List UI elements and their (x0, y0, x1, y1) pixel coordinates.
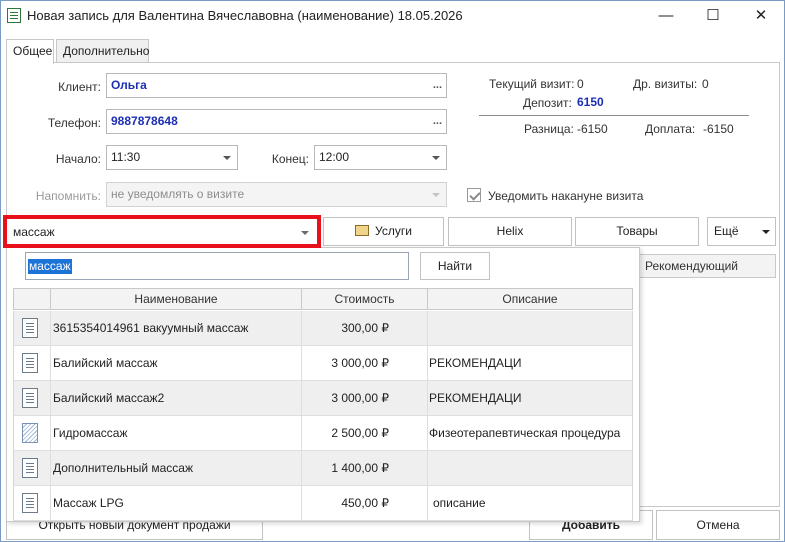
close-button[interactable]: ✕ (739, 1, 783, 31)
icon-column-header (14, 289, 51, 310)
document-icon (22, 388, 38, 408)
app-icon (7, 8, 21, 23)
table-row[interactable]: 3615354014961 вакуумный массаж 300,00 ₽ (13, 311, 633, 346)
end-label: Конец: (271, 152, 309, 166)
more-button[interactable]: Ещё (707, 217, 776, 246)
service-price: 3 000,00 ₽ (302, 346, 428, 380)
goods-button[interactable]: Товары (575, 217, 699, 246)
table-row[interactable]: Дополнительный массаж 1 400,00 ₽ (13, 451, 633, 486)
service-description (428, 311, 632, 345)
remind-label: Напомнить: (35, 189, 101, 203)
service-search-combo[interactable]: массаж (3, 215, 321, 248)
maximize-button[interactable]: ☐ (691, 1, 735, 31)
deposit-value: 6150 (577, 95, 604, 109)
end-time-select[interactable]: 12:00 (314, 145, 447, 170)
chevron-down-icon[interactable] (301, 231, 309, 235)
find-button[interactable]: Найти (420, 252, 490, 280)
service-price: 3 000,00 ₽ (302, 381, 428, 415)
service-description: Физеотерапевтическая процедура (429, 426, 621, 440)
document-icon (22, 493, 38, 513)
other-visits-value: 0 (702, 77, 709, 91)
service-name: 3615354014961 вакуумный массаж (51, 311, 302, 345)
diff-value: -6150 (577, 122, 608, 136)
popup-search-value: массаж (28, 259, 72, 274)
popup-search-input[interactable]: массаж (25, 252, 409, 280)
deposit-label: Депозит: (523, 96, 572, 110)
more-label: Ещё (714, 224, 739, 238)
table-row[interactable]: Балийский массаж 3 000,00 ₽ РЕКОМЕНДАЦИ (13, 346, 633, 381)
document-icon (22, 318, 38, 338)
service-price: 450,00 ₽ (302, 486, 428, 520)
column-header-description[interactable]: Описание (428, 289, 632, 310)
service-description (428, 451, 632, 485)
stats-divider (479, 115, 749, 116)
service-price: 2 500,00 ₽ (302, 416, 428, 450)
document-icon (22, 353, 38, 373)
service-price: 1 400,00 ₽ (302, 451, 428, 485)
service-name: Гидромассаж (51, 416, 302, 450)
end-time-value: 12:00 (319, 150, 350, 164)
client-ellipsis-button[interactable]: ... (433, 74, 442, 97)
table-row[interactable]: Гидромассаж 2 500,00 ₽ Физеотерапевтичес… (13, 416, 633, 451)
current-visit-value: 0 (577, 77, 584, 91)
service-description: описание (433, 496, 486, 510)
start-time-select[interactable]: 11:30 (106, 145, 238, 170)
remind-value: не уведомлять о визите (111, 187, 245, 201)
chevron-down-icon (223, 156, 231, 160)
document-icon (22, 458, 38, 478)
client-value: Ольга (111, 78, 147, 92)
diff-label: Разница: (524, 122, 574, 136)
phone-label: Телефон: (47, 116, 101, 130)
service-description: РЕКОМЕНДАЦИ (429, 356, 522, 370)
service-description: РЕКОМЕНДАЦИ (429, 391, 522, 405)
tab-additional[interactable]: Дополнительно (56, 39, 149, 63)
surcharge-label: Доплата: (645, 122, 696, 136)
cancel-button[interactable]: Отмена (656, 510, 780, 540)
window-title: Новая запись для Валентина Вячеславовна … (27, 8, 463, 23)
chevron-down-icon (432, 156, 440, 160)
other-visits-label: Др. визиты: (633, 77, 698, 91)
table-row[interactable]: Массаж LPG 450,00 ₽ описание (13, 486, 633, 521)
services-button[interactable]: Услуги (323, 217, 444, 246)
grid-header: Наименование Стоимость Описание (13, 288, 633, 310)
surcharge-value: -6150 (703, 122, 734, 136)
helix-button[interactable]: Helix (448, 217, 572, 246)
tab-general[interactable]: Общее (6, 39, 54, 64)
notify-checkbox[interactable] (467, 188, 481, 202)
remind-select: не уведомлять о визите (106, 182, 447, 207)
service-name: Дополнительный массаж (51, 451, 302, 485)
column-header-name[interactable]: Наименование (51, 289, 302, 310)
client-field[interactable]: Ольга ... (106, 73, 447, 98)
services-icon (355, 225, 370, 236)
title-bar: Новая запись для Валентина Вячеславовна … (1, 1, 784, 31)
service-search-popup: массаж Найти Наименование Стоимость Опис… (6, 247, 640, 522)
start-label: Начало: (55, 152, 101, 166)
start-time-value: 11:30 (111, 150, 141, 164)
phone-field[interactable]: 9887878648 ... (106, 109, 447, 134)
column-header-price[interactable]: Стоимость (302, 289, 428, 310)
current-visit-label: Текущий визит: (489, 77, 575, 91)
chevron-down-icon (432, 193, 440, 197)
phone-ellipsis-button[interactable]: ... (433, 110, 442, 133)
table-row[interactable]: Балийский массаж2 3 000,00 ₽ РЕКОМЕНДАЦИ (13, 381, 633, 416)
service-name: Балийский массаж (51, 346, 302, 380)
service-search-value: массаж (13, 225, 55, 239)
service-price: 300,00 ₽ (302, 311, 428, 345)
services-label: Услуги (375, 224, 412, 238)
service-name: Балийский массаж2 (51, 381, 302, 415)
hatched-document-icon (22, 423, 38, 443)
minimize-button[interactable]: — (644, 1, 688, 31)
appointment-window: Новая запись для Валентина Вячеславовна … (0, 0, 785, 542)
chevron-down-icon (762, 230, 770, 234)
service-name: Массаж LPG (51, 486, 302, 520)
notify-label: Уведомить накануне визита (488, 189, 644, 203)
client-label: Клиент: (58, 80, 101, 94)
phone-value: 9887878648 (111, 114, 178, 128)
